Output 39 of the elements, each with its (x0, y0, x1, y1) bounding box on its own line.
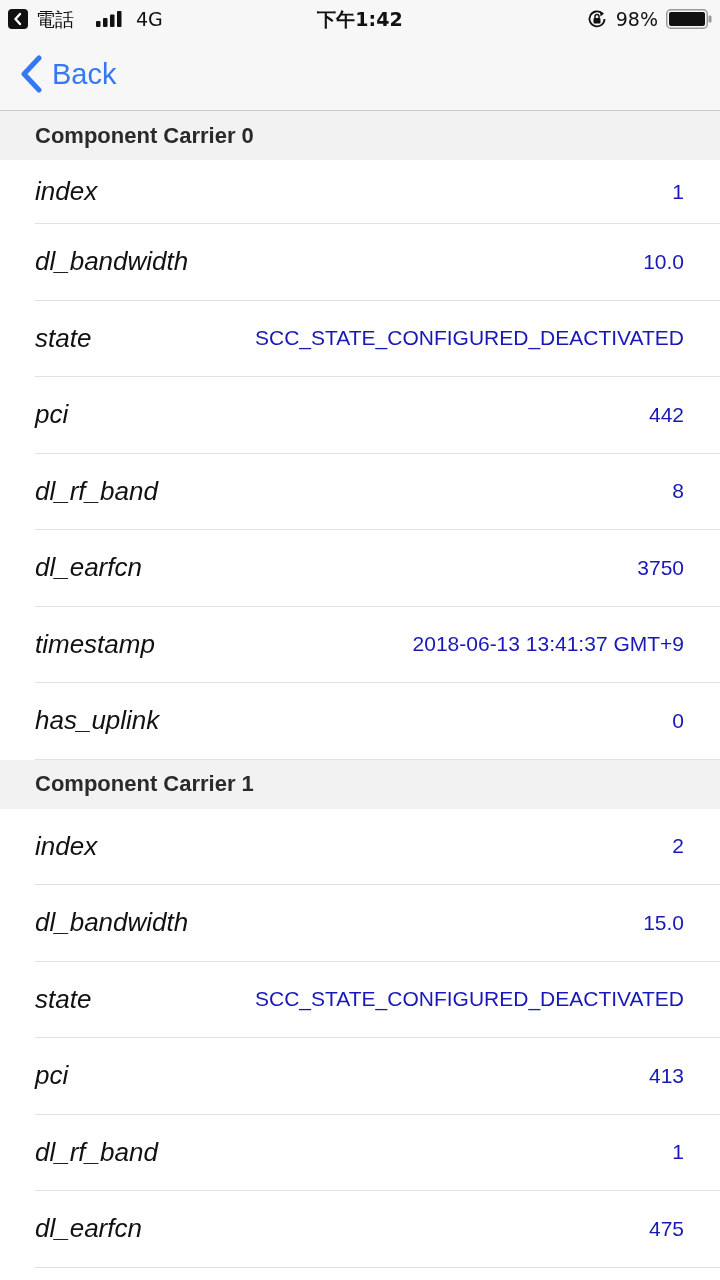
field-value: 10.0 (643, 249, 684, 274)
rotation-lock-icon (586, 9, 608, 29)
field-value: 15.0 (643, 910, 684, 935)
field-name: dl_bandwidth (35, 907, 189, 939)
field-value: 475 (648, 1216, 684, 1241)
field-name: state (35, 322, 92, 354)
field-value: 0 (672, 708, 684, 733)
field-name: pci (35, 1060, 69, 1092)
field-value: SCC_STATE_CONFIGURED_DEACTIVATED (255, 987, 684, 1012)
battery-icon (666, 9, 712, 29)
field-name: index (35, 830, 98, 862)
section-title: Component Carrier 1 (35, 771, 254, 797)
field-name: dl_earfcn (35, 1213, 142, 1245)
section-title: Component Carrier 0 (35, 122, 254, 149)
field-value: 8 (672, 479, 684, 504)
field-name: dl_rf_band (35, 475, 158, 507)
field-value: 413 (648, 1063, 684, 1088)
battery-percent: 98% (615, 9, 658, 29)
field-name: has_uplink (35, 705, 160, 737)
field-name: dl_earfcn (35, 552, 142, 584)
field-value: 3750 (637, 555, 684, 580)
field-value: 2 (672, 834, 684, 859)
status-time: 下午1:42 (317, 9, 403, 29)
field-name: index (35, 176, 98, 207)
field-name: timestamp (35, 628, 155, 660)
field-name: dl_bandwidth (35, 246, 189, 278)
field-name: state (35, 983, 92, 1015)
field-name: pci (35, 399, 69, 431)
chevron-left-icon (20, 55, 42, 93)
field-name: dl_rf_band (35, 1136, 158, 1168)
signal-bars-icon (96, 11, 122, 27)
field-value: 442 (648, 402, 684, 427)
network-type: 4G (136, 9, 163, 29)
back-button[interactable]: Back (20, 55, 117, 93)
field-value: 1 (672, 1140, 684, 1165)
field-value: SCC_STATE_CONFIGURED_DEACTIVATED (255, 326, 684, 351)
back-app-label[interactable]: 電話 (36, 9, 74, 29)
field-value: 1 (672, 179, 684, 204)
field-value: 2018-06-13 13:41:37 GMT+9 (412, 632, 684, 657)
